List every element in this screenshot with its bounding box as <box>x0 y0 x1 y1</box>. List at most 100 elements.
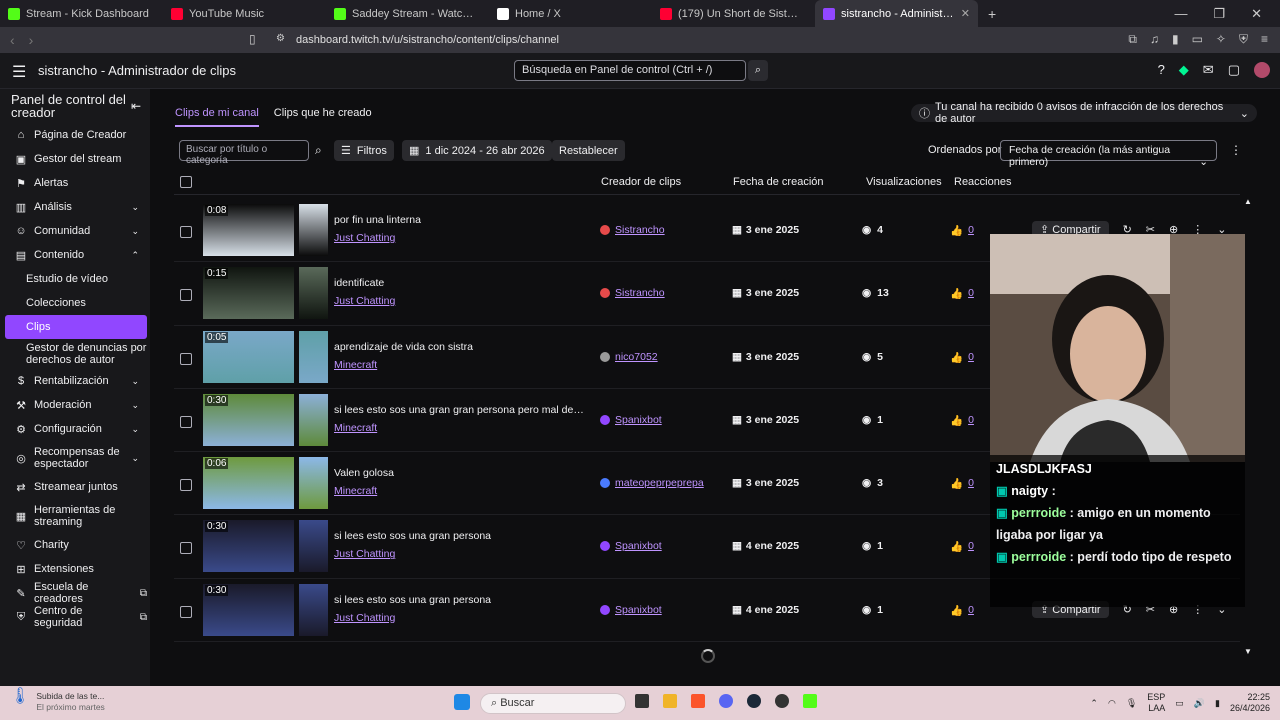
row-checkbox[interactable] <box>180 542 192 555</box>
sidebar-item-streamear-juntos[interactable]: ⇄ Streamear juntos <box>5 475 147 499</box>
clip-title[interactable]: Valen golosa <box>334 467 394 479</box>
sidebar-item-clips[interactable]: Clips <box>5 315 147 339</box>
sidebar-item-contenido[interactable]: ▤ Contenido ⌃ <box>5 243 147 267</box>
chat-username[interactable]: perrroide <box>1011 550 1066 564</box>
whispers-icon[interactable]: ▢ <box>1228 62 1240 78</box>
clip-thumbnail[interactable]: 0:08 <box>203 204 294 256</box>
site-info-icon[interactable]: ⚙ <box>276 33 285 44</box>
clip-search-icon[interactable]: ⌕ <box>315 143 322 158</box>
sidebar-item-rentabilización[interactable]: $ Rentabilización ⌄ <box>5 369 147 393</box>
clip-title[interactable]: aprendizaje de vida con sistra <box>334 341 473 353</box>
dashboard-search-input[interactable]: Búsqueda en Panel de control (Ctrl + /) <box>514 60 746 81</box>
browser-tab[interactable]: Home / X <box>489 0 652 27</box>
new-tab-button[interactable]: + <box>978 6 1006 22</box>
sidebar-item-gestor-de-denuncias-por-derechos-de-autor[interactable]: Gestor de denuncias por derechos de auto… <box>5 339 147 369</box>
clip-creator-link[interactable]: Spanixbot <box>600 604 662 616</box>
sort-select[interactable]: Fecha de creación (la más antigua primer… <box>1000 140 1217 168</box>
clip-reactions[interactable]: 👍 0 <box>950 604 974 617</box>
weather-widget[interactable]: 🌡 Subida de las te... El próximo martes <box>10 689 105 713</box>
ai-icon[interactable]: ✧ <box>1216 32 1226 47</box>
collapse-sidebar-icon[interactable]: ⇤ <box>131 99 141 113</box>
kick-icon[interactable] <box>803 694 817 708</box>
tab-channel-clips[interactable]: Clips de mi canal <box>175 107 259 127</box>
sidebar-item-herramientas-de-streaming[interactable]: ▦ Herramientas de streaming <box>5 499 147 533</box>
clip-thumbnail-vertical[interactable] <box>299 393 328 446</box>
clip-title[interactable]: por fin una linterna <box>334 214 421 226</box>
filters-button[interactable]: ☰ Filtros <box>334 140 394 161</box>
clip-reactions[interactable]: 👍 0 <box>950 414 974 427</box>
close-tab-icon[interactable]: ✕ <box>961 7 970 20</box>
row-checkbox[interactable] <box>180 605 192 618</box>
row-checkbox[interactable] <box>180 289 192 302</box>
wallet-icon[interactable]: ▭ <box>1192 32 1203 47</box>
browser-tab[interactable]: (179) Un Short de Sistra :V - YouTube <box>652 0 815 27</box>
sidebar-item-gestor-del-stream[interactable]: ▣ Gestor del stream <box>5 147 147 171</box>
row-checkbox[interactable] <box>180 415 192 428</box>
clip-category-link[interactable]: Minecraft <box>334 359 377 371</box>
sidebar-item-colecciones[interactable]: Colecciones <box>5 291 147 315</box>
bookmark-icon[interactable]: ▯ <box>249 32 256 46</box>
extension-icon[interactable]: ⧉ <box>1128 32 1137 47</box>
clip-thumbnail[interactable]: 0:30 <box>203 393 294 446</box>
clip-thumbnail-vertical[interactable] <box>299 457 328 510</box>
sidebar-item-alertas[interactable]: ⚑ Alertas <box>5 171 147 195</box>
sidebar-item-centro-de-seguridad[interactable]: ⛨ Centro de seguridad ⧉ <box>5 605 147 629</box>
clip-creator-link[interactable]: mateopeprpeprepa <box>600 477 704 489</box>
more-options-icon[interactable]: ⋮ <box>1230 143 1242 157</box>
menu-icon[interactable]: ≡ <box>1261 32 1268 47</box>
sidebar-item-comunidad[interactable]: ☺ Comunidad ⌄ <box>5 219 147 243</box>
sidebar-item-página-de-creador[interactable]: ⌂ Página de Creador <box>5 123 147 147</box>
clip-thumbnail-vertical[interactable] <box>299 267 328 320</box>
clip-thumbnail[interactable]: 0:06 <box>203 457 294 510</box>
hamburger-menu-icon[interactable]: ☰ <box>12 62 26 82</box>
search-icon[interactable]: ⌕ <box>748 60 768 81</box>
clip-creator-link[interactable]: Sistrancho <box>600 224 665 236</box>
col-creator[interactable]: Creador de clips <box>601 176 681 188</box>
clip-category-link[interactable]: Just Chatting <box>334 612 395 624</box>
brave-icon[interactable] <box>691 694 705 708</box>
mic-icon[interactable]: 🎙 <box>1126 698 1137 709</box>
clip-thumbnail[interactable]: 0:30 <box>203 583 294 636</box>
avatar[interactable] <box>1254 62 1270 78</box>
clip-category-link[interactable]: Just Chatting <box>334 295 395 307</box>
reset-button[interactable]: Restablecer <box>552 140 625 161</box>
taskbar-search[interactable]: ⌕ Buscar <box>480 693 626 714</box>
row-checkbox[interactable] <box>180 226 192 238</box>
clip-thumbnail-vertical[interactable] <box>299 583 328 636</box>
minimize-button[interactable]: — <box>1174 6 1187 22</box>
clip-reactions[interactable]: 👍 0 <box>950 540 974 553</box>
sidebar-item-análisis[interactable]: ▥ Análisis ⌄ <box>5 195 147 219</box>
network-icon[interactable]: ▭ <box>1175 698 1184 709</box>
clip-category-link[interactable]: Minecraft <box>334 422 377 434</box>
tab-created-clips[interactable]: Clips que he creado <box>274 107 372 127</box>
col-reactions[interactable]: Reacciones <box>954 176 1011 188</box>
row-checkbox[interactable] <box>180 479 192 492</box>
browser-tab[interactable]: Stream - Kick Dashboard <box>0 0 163 27</box>
sidebar-item-recompensas-de-espectador[interactable]: ◎ Recompensas de espectador ⌄ <box>5 441 147 475</box>
forward-icon[interactable]: › <box>29 32 34 48</box>
sidebar-item-moderación[interactable]: ⚒ Moderación ⌄ <box>5 393 147 417</box>
steam-icon[interactable] <box>747 694 761 708</box>
clip-reactions[interactable]: 👍 0 <box>950 477 974 490</box>
clip-thumbnail-vertical[interactable] <box>299 204 328 256</box>
obs-icon[interactable] <box>775 694 789 708</box>
task-view-icon[interactable] <box>635 694 649 708</box>
clip-creator-link[interactable]: Spanixbot <box>600 540 662 552</box>
media-icon[interactable]: ♫ <box>1150 32 1159 47</box>
help-icon[interactable]: ? <box>1158 62 1165 78</box>
clip-title[interactable]: si lees esto sos una gran persona <box>334 530 491 542</box>
sidebar-icon[interactable]: ▮ <box>1172 32 1179 47</box>
clip-reactions[interactable]: 👍 0 <box>950 351 974 364</box>
sidebar-item-escuela-de-creadores[interactable]: ✎ Escuela de creadores ⧉ <box>5 581 147 605</box>
language-indicator[interactable]: ESP LAA <box>1147 692 1165 714</box>
close-window-button[interactable]: ✕ <box>1251 6 1262 22</box>
clip-category-link[interactable]: Just Chatting <box>334 232 395 244</box>
windows-start-icon[interactable] <box>454 694 470 710</box>
date-range-button[interactable]: ▦ 1 dic 2024 - 26 abr 2026 <box>402 140 552 161</box>
url-field[interactable]: dashboard.twitch.tv/u/sistrancho/content… <box>296 34 559 46</box>
clip-title[interactable]: si lees esto sos una gran gran persona p… <box>334 404 584 416</box>
clip-reactions[interactable]: 👍 0 <box>950 287 974 300</box>
crown-icon[interactable]: ◆ <box>1179 62 1189 78</box>
col-date[interactable]: Fecha de creación <box>733 176 824 188</box>
volume-icon[interactable]: 🔊 <box>1194 698 1205 709</box>
